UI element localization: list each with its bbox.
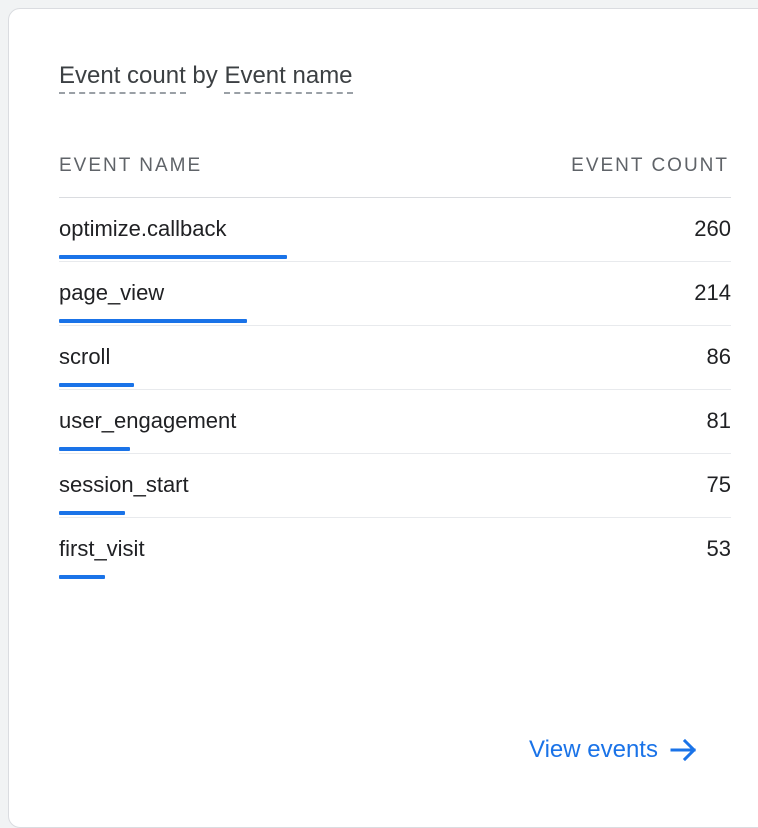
table-row[interactable]: session_start 75 xyxy=(59,454,731,518)
column-header-event-count: EVENT COUNT xyxy=(571,155,729,176)
event-count-bar xyxy=(59,575,105,579)
table-row[interactable]: page_view 214 xyxy=(59,262,731,326)
event-name: session_start xyxy=(59,472,189,497)
column-header-event-name: EVENT NAME xyxy=(59,155,203,176)
view-events-label: View events xyxy=(529,736,658,763)
metric-selector[interactable]: Event count xyxy=(59,62,186,94)
event-name: user_engagement xyxy=(59,408,237,433)
event-count-bar xyxy=(59,447,130,451)
dimension-selector[interactable]: Event name xyxy=(224,62,353,94)
title-joiner: by xyxy=(192,62,218,89)
table-row[interactable]: scroll 86 xyxy=(59,326,731,390)
event-name: optimize.callback xyxy=(59,216,227,241)
view-events-link[interactable]: View events xyxy=(529,736,698,764)
event-count: 214 xyxy=(694,280,731,305)
event-count-bar xyxy=(59,383,134,387)
arrow-right-icon xyxy=(670,738,697,762)
event-count-bar xyxy=(59,255,287,259)
event-table: optimize.callback 260 page_view 214 scro… xyxy=(59,198,731,582)
event-count-bar xyxy=(59,319,247,323)
event-count-card: Event count by Event name EVENT NAME EVE… xyxy=(8,8,758,828)
event-count: 260 xyxy=(694,216,731,241)
event-name: page_view xyxy=(59,280,165,305)
event-count: 53 xyxy=(706,536,731,561)
table-row[interactable]: first_visit 53 xyxy=(59,518,731,582)
event-count-bar xyxy=(59,511,125,515)
event-count: 86 xyxy=(706,344,731,369)
table-row[interactable]: optimize.callback 260 xyxy=(59,198,731,262)
event-name: first_visit xyxy=(59,536,145,561)
table-row[interactable]: user_engagement 81 xyxy=(59,390,731,454)
event-count: 81 xyxy=(706,408,731,433)
event-name: scroll xyxy=(59,344,111,369)
event-count: 75 xyxy=(706,472,731,497)
card-title: Event count by Event name xyxy=(59,59,353,94)
